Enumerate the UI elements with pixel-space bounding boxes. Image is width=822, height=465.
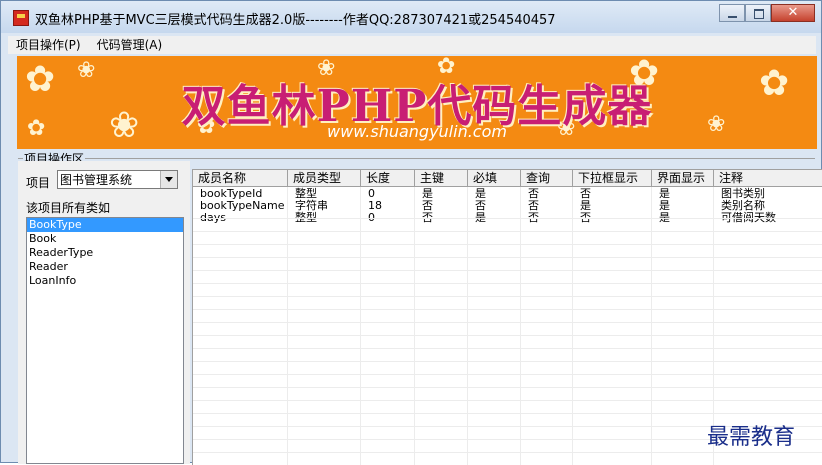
grid-line <box>193 452 822 453</box>
class-list-label: 该项目所有类如 <box>26 201 111 215</box>
grid-line <box>193 218 822 219</box>
class-listbox[interactable]: BookType Book ReaderType Reader LoanInfo <box>26 217 184 464</box>
grid-line <box>520 187 521 465</box>
list-item[interactable]: ReaderType <box>27 246 183 260</box>
list-item[interactable]: LoanInfo <box>27 274 183 288</box>
grid-line <box>193 231 822 232</box>
grid-line <box>193 296 822 297</box>
chevron-down-icon <box>165 177 173 182</box>
list-item[interactable]: Book <box>27 232 183 246</box>
grid-line <box>193 270 822 271</box>
grid-line <box>193 322 822 323</box>
maximize-button[interactable] <box>745 4 771 22</box>
grid-line <box>414 187 415 465</box>
grid-line <box>467 187 468 465</box>
menu-code-management[interactable]: 代码管理(A) <box>89 36 171 54</box>
banner-url: www.shuangyulin.com <box>327 122 507 141</box>
column-header[interactable]: 注释 <box>714 170 822 186</box>
column-header[interactable]: 主键 <box>415 170 468 186</box>
grid-line <box>360 187 361 465</box>
grid-line <box>193 387 822 388</box>
grid-line <box>651 187 652 465</box>
close-button[interactable]: ✕ <box>771 4 815 22</box>
project-label: 项目 <box>26 176 51 190</box>
column-header[interactable]: 长度 <box>361 170 415 186</box>
maximize-icon <box>754 9 764 19</box>
project-panel: 项目 图书管理系统 该项目所有类如 BookType Book ReaderType… <box>18 161 190 464</box>
column-header[interactable]: 成员类型 <box>288 170 361 186</box>
window-controls: ✕ <box>719 4 815 22</box>
grid-line <box>572 187 573 465</box>
menu-bar: 项目操作(P) 代码管理(A) <box>8 36 816 54</box>
minimize-button[interactable] <box>719 4 745 22</box>
grid-line <box>193 257 822 258</box>
minimize-icon <box>728 16 737 18</box>
close-icon: ✕ <box>787 5 799 20</box>
grid-line <box>193 374 822 375</box>
list-item[interactable]: BookType <box>27 218 183 232</box>
banner: ✿ ❀ ✿ ❀ ✿ ❀ ✿ ❀ ✿ ❀ ✿ 双鱼林PHP代码生成器 www.sh… <box>17 56 817 149</box>
dropdown-button[interactable] <box>160 171 177 188</box>
grid-line <box>193 244 822 245</box>
app-icon[interactable] <box>13 10 29 26</box>
project-select-value: 图书管理系统 <box>60 173 133 187</box>
watermark: 最需教育 <box>707 425 796 450</box>
title-bar[interactable]: 双鱼林PHP基于MVC三层模式代码生成器2.0版--------作者QQ:287… <box>1 1 821 33</box>
grid-line <box>193 348 822 349</box>
column-header[interactable]: 成员名称 <box>193 170 288 186</box>
grid-line <box>193 400 822 401</box>
app-window: 双鱼林PHP基于MVC三层模式代码生成器2.0版--------作者QQ:287… <box>0 0 822 465</box>
grid-line <box>193 335 822 336</box>
list-item[interactable]: Reader <box>27 260 183 274</box>
grid-line <box>193 361 822 362</box>
grid-line <box>193 413 822 414</box>
column-header[interactable]: 界面显示 <box>652 170 714 186</box>
column-header[interactable]: 查询 <box>521 170 573 186</box>
grid-header: 成员名称 成员类型 长度 主键 必填 查询 下拉框显示 界面显示 注释 <box>193 170 822 187</box>
project-select[interactable]: 图书管理系统 <box>57 170 178 189</box>
column-header[interactable]: 下拉框显示 <box>573 170 652 186</box>
menu-project-operations[interactable]: 项目操作(P) <box>8 36 89 54</box>
window-title: 双鱼林PHP基于MVC三层模式代码生成器2.0版--------作者QQ:287… <box>35 13 556 28</box>
grid-line <box>193 309 822 310</box>
group-divider <box>18 158 815 159</box>
grid-line <box>193 283 822 284</box>
grid-line <box>287 187 288 465</box>
column-header[interactable]: 必填 <box>468 170 521 186</box>
